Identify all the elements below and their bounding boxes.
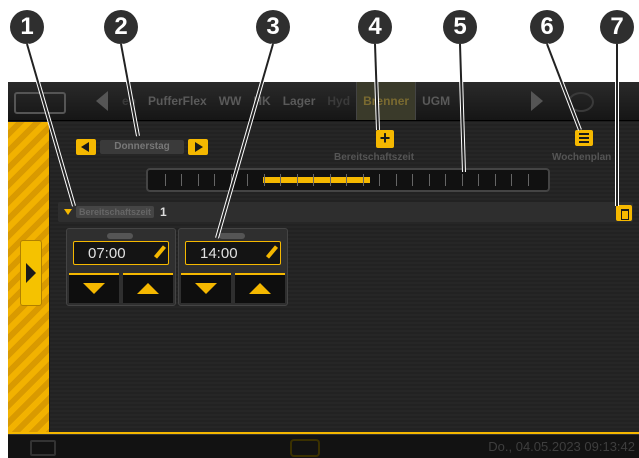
time-field-start[interactable]: 07:00 xyxy=(73,241,169,265)
timeline-tick xyxy=(231,174,232,186)
delete-trash-icon[interactable] xyxy=(616,205,632,221)
caret-down-icon[interactable] xyxy=(64,209,72,215)
callout-6: 6 xyxy=(530,10,564,44)
timeline-tick xyxy=(264,174,265,186)
tab-hk[interactable]: HK xyxy=(247,82,276,120)
time-slot-end: 14:00 xyxy=(178,228,288,306)
timeline-tick xyxy=(396,174,397,186)
datetime-display: Do., 04.05.2023 09:13:42 xyxy=(488,439,635,454)
timeline-tick xyxy=(280,174,281,186)
callout-3: 3 xyxy=(256,10,290,44)
timeline-tick xyxy=(198,174,199,186)
device-screen: eb PufferFlex WW HK Lager Hyd Brenner UG… xyxy=(8,82,639,458)
timeline-tick xyxy=(511,174,512,186)
decrease-start-button[interactable] xyxy=(69,273,119,303)
timeline-tick xyxy=(445,174,446,186)
day-label: Donnerstag xyxy=(100,140,184,154)
tab-ww[interactable]: WW xyxy=(213,82,248,120)
keyboard-icon[interactable] xyxy=(30,440,56,456)
tab-pufferflex[interactable]: PufferFlex xyxy=(142,82,213,120)
callout-4: 4 xyxy=(358,10,392,44)
day-timeline[interactable] xyxy=(146,168,550,192)
expand-sidebar-button[interactable] xyxy=(20,240,42,306)
timeline-tick xyxy=(429,174,430,186)
slot-indicator xyxy=(219,233,245,239)
timeline-tick xyxy=(528,174,529,186)
status-bar: Do., 04.05.2023 09:13:42 xyxy=(8,434,639,458)
callout-2: 2 xyxy=(104,10,138,44)
tab-eb[interactable]: eb xyxy=(116,82,142,120)
section-header[interactable]: Bereitschaftszeit 1 xyxy=(58,202,633,222)
tab-lager[interactable]: Lager xyxy=(277,82,322,120)
timeline-tick xyxy=(165,174,166,186)
timeline-tick xyxy=(462,174,463,186)
tab-hyd[interactable]: Hyd xyxy=(321,82,356,120)
timeline-tick xyxy=(214,174,215,186)
timeline-tick xyxy=(181,174,182,186)
decrease-end-button[interactable] xyxy=(181,273,231,303)
top-navigation-bar: eb PufferFlex WW HK Lager Hyd Brenner UG… xyxy=(8,82,639,121)
status-icon xyxy=(290,439,320,457)
timeline-tick xyxy=(363,174,364,186)
increase-end-button[interactable] xyxy=(235,273,285,303)
time-slot-start: 07:00 xyxy=(66,228,176,306)
schedule-content: Donnerstag + Bereitschaftszeit Wochenpla… xyxy=(50,122,639,432)
slot-indicator xyxy=(107,233,133,239)
time-field-end[interactable]: 14:00 xyxy=(185,241,281,265)
nav-next-arrow-icon[interactable] xyxy=(531,91,543,111)
timeline-tick xyxy=(247,174,248,186)
section-count: 1 xyxy=(160,205,167,219)
nav-prev-arrow-icon[interactable] xyxy=(96,91,108,111)
callout-1: 1 xyxy=(10,10,44,44)
previous-day-button[interactable] xyxy=(76,139,96,155)
module-tabs: eb PufferFlex WW HK Lager Hyd Brenner UG… xyxy=(116,82,456,120)
week-view-label: Wochenplan xyxy=(552,152,612,163)
tab-ugm[interactable]: UGM xyxy=(416,82,456,120)
eye-icon[interactable] xyxy=(568,92,594,112)
section-label: Bereitschaftszeit xyxy=(76,206,154,218)
edit-pencil-icon[interactable] xyxy=(153,245,167,259)
edit-pencil-icon[interactable] xyxy=(265,245,279,259)
add-time-label: Bereitschaftszeit xyxy=(334,152,415,163)
week-view-button[interactable] xyxy=(575,130,593,146)
timeline-tick xyxy=(495,174,496,186)
timeline-tick xyxy=(478,174,479,186)
timeline-tick xyxy=(412,174,413,186)
increase-start-button[interactable] xyxy=(123,273,173,303)
callout-5: 5 xyxy=(443,10,477,44)
tab-brenner[interactable]: Brenner xyxy=(356,82,417,120)
logo-icon xyxy=(14,92,66,114)
next-day-button[interactable] xyxy=(188,139,208,155)
timeline-tick xyxy=(346,174,347,186)
callout-7: 7 xyxy=(600,10,634,44)
timeline-tick xyxy=(330,174,331,186)
time-value-start: 07:00 xyxy=(88,245,126,262)
timeline-tick xyxy=(297,174,298,186)
add-time-button[interactable]: + xyxy=(376,129,394,148)
side-panel xyxy=(8,122,49,432)
timeline-tick xyxy=(379,174,380,186)
time-value-end: 14:00 xyxy=(200,245,238,262)
timeline-tick xyxy=(313,174,314,186)
